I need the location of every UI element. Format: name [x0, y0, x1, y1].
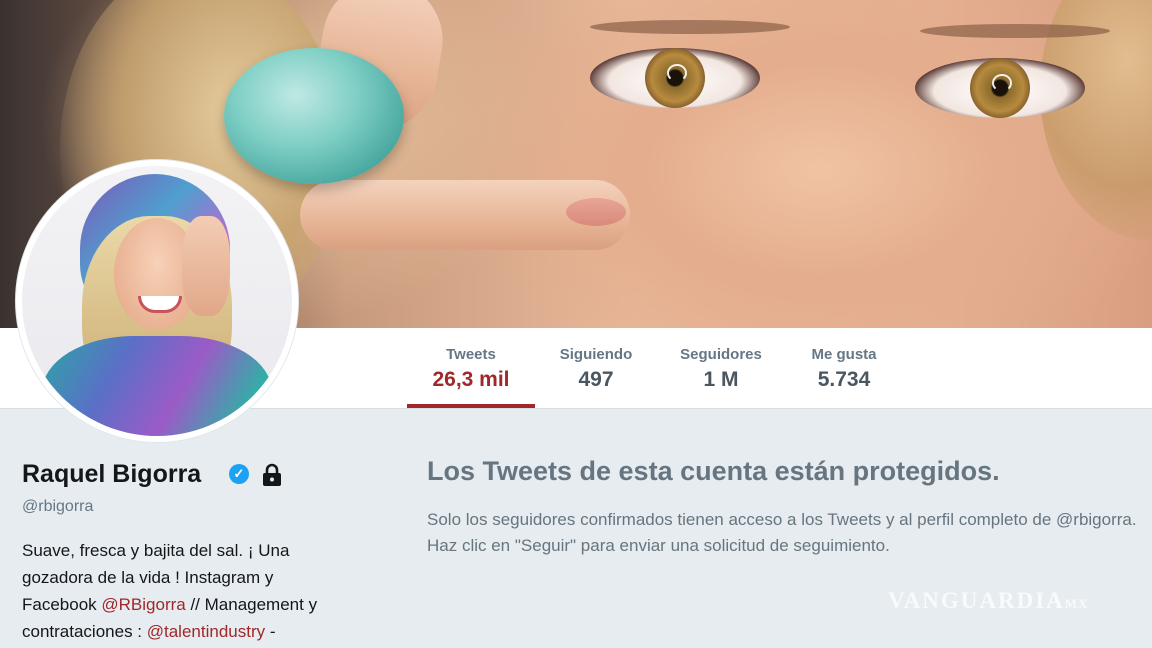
nav-following-label: Siguiendo [559, 346, 633, 363]
protected-tweets-message: Solo los seguidores confirmados tienen a… [427, 510, 1137, 555]
protected-tweets-title: Los Tweets de esta cuenta están protegid… [427, 456, 1000, 486]
avatar-hand [182, 216, 230, 316]
watermark: VANGUARDIAMX [888, 588, 1088, 614]
banner-fingernail [566, 198, 626, 226]
nav-likes[interactable]: Me gusta 5.734 [798, 328, 890, 408]
nav-tweets-label: Tweets [446, 346, 496, 363]
lock-icon [263, 463, 281, 486]
banner-eye-left [590, 48, 760, 108]
avatar-jacket [42, 336, 272, 436]
banner-turquoise-ring [224, 48, 404, 184]
watermark-suffix: MX [1064, 596, 1089, 611]
nav-followers-count: 1 M [703, 368, 739, 391]
profile-handle[interactable]: @rbigorra [22, 498, 93, 516]
verified-badge-icon: ✓ [229, 464, 249, 484]
banner-eyebrow-right [920, 24, 1110, 38]
nav-likes-count: 5.734 [817, 368, 871, 391]
banner-eyebrow-left [590, 20, 790, 34]
profile-avatar[interactable] [16, 160, 298, 442]
nav-following[interactable]: Siguiendo 497 [548, 328, 644, 408]
bio-text-3: - [265, 622, 276, 641]
banner-eye-right [915, 58, 1085, 118]
nav-followers-label: Seguidores [680, 346, 762, 363]
nav-likes-label: Me gusta [811, 346, 877, 363]
nav-followers[interactable]: Seguidores 1 M [668, 328, 774, 408]
avatar-photo [22, 166, 292, 436]
profile-name[interactable]: Raquel Bigorra [22, 460, 201, 489]
bio-mention-rbigorra[interactable]: @RBigorra [101, 595, 185, 614]
profile-bio: Suave, fresca y bajita del sal. ¡ Una go… [22, 537, 352, 645]
bio-mention-talentindustry[interactable]: @talentindustry [147, 622, 265, 641]
nav-following-count: 497 [578, 368, 614, 391]
nav-tweets-count: 26,3 mil [432, 368, 510, 391]
watermark-text: VANGUARDIA [888, 588, 1065, 613]
nav-tweets[interactable]: Tweets 26,3 mil [407, 328, 535, 408]
